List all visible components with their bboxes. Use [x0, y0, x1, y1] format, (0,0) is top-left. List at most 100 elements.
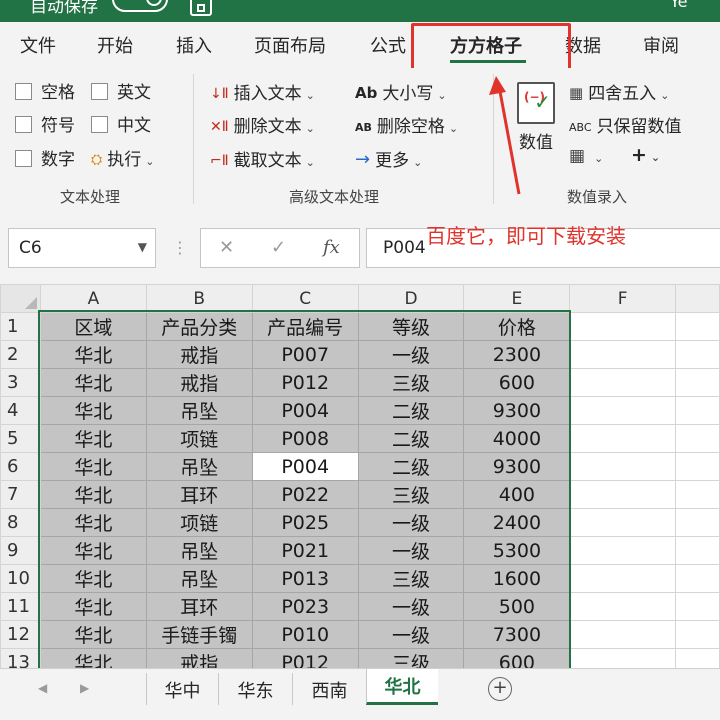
- checkbox-space[interactable]: 空格: [15, 78, 75, 103]
- cell[interactable]: [569, 312, 677, 341]
- cell[interactable]: 一级: [357, 340, 465, 369]
- cell[interactable]: 7300: [463, 620, 571, 649]
- checkbox-box[interactable]: [91, 83, 108, 100]
- cell[interactable]: [569, 424, 677, 453]
- save-icon[interactable]: [190, 0, 212, 16]
- cell[interactable]: [675, 340, 720, 369]
- cell[interactable]: 三级: [357, 368, 465, 397]
- cell[interactable]: [569, 564, 677, 593]
- column-header[interactable]: B: [145, 284, 253, 313]
- cell[interactable]: [675, 564, 720, 593]
- checkbox-chinese[interactable]: 中文: [91, 111, 151, 136]
- plus-button[interactable]: + ⌄: [631, 144, 660, 166]
- cell[interactable]: [675, 368, 720, 397]
- cell[interactable]: [675, 620, 720, 649]
- cell[interactable]: 华北: [39, 424, 147, 453]
- cell[interactable]: [675, 592, 720, 621]
- select-all-corner[interactable]: [0, 284, 41, 313]
- cell[interactable]: [569, 536, 677, 565]
- cell[interactable]: 三级: [357, 480, 465, 509]
- cell[interactable]: [569, 648, 677, 668]
- cell[interactable]: 吊坠: [145, 396, 253, 425]
- insert-text-button[interactable]: ↓Ⅱ 插入文本 ⌄: [210, 79, 315, 104]
- cell[interactable]: 2300: [463, 340, 571, 369]
- cell[interactable]: [675, 536, 720, 565]
- name-box[interactable]: C6 ▼: [8, 228, 156, 268]
- more-button[interactable]: → 更多 ⌄: [355, 146, 422, 171]
- cell[interactable]: P025: [251, 508, 359, 537]
- extract-text-button[interactable]: ⌐Ⅱ 截取文本 ⌄: [210, 146, 315, 171]
- scroll-left-icon[interactable]: ◀: [38, 681, 47, 695]
- cell[interactable]: [569, 620, 677, 649]
- cell[interactable]: 1600: [463, 564, 571, 593]
- cell[interactable]: 一级: [357, 620, 465, 649]
- keep-values-button[interactable]: ABC 只保留数值: [569, 112, 682, 137]
- row-header[interactable]: 2: [0, 340, 41, 369]
- tab-formulas[interactable]: 公式: [370, 32, 406, 58]
- active-cell[interactable]: P004: [251, 452, 359, 481]
- cell[interactable]: 戒指: [145, 648, 253, 668]
- cell[interactable]: 三级: [357, 564, 465, 593]
- cell[interactable]: 产品编号: [251, 312, 359, 341]
- cell[interactable]: 吊坠: [145, 564, 253, 593]
- tab-insert[interactable]: 插入: [176, 32, 212, 58]
- column-header[interactable]: [675, 284, 720, 313]
- cell[interactable]: [569, 480, 677, 509]
- checkbox-english[interactable]: 英文: [91, 78, 151, 103]
- cell[interactable]: 华北: [39, 508, 147, 537]
- cell[interactable]: 500: [463, 592, 571, 621]
- cell[interactable]: 华北: [39, 592, 147, 621]
- cell[interactable]: 一级: [357, 536, 465, 565]
- checkbox-box[interactable]: [15, 116, 32, 133]
- cell[interactable]: 产品分类: [145, 312, 253, 341]
- cell[interactable]: 华北: [39, 536, 147, 565]
- cell[interactable]: 华北: [39, 340, 147, 369]
- cell[interactable]: P008: [251, 424, 359, 453]
- row-header[interactable]: 8: [0, 508, 41, 537]
- sheet-tab-huadong[interactable]: 华东: [218, 673, 292, 705]
- execute-button[interactable]: ⛭ 执行 ⌄: [91, 145, 154, 170]
- tab-file[interactable]: 文件: [20, 32, 56, 58]
- row-header[interactable]: 6: [0, 452, 41, 481]
- cell[interactable]: P010: [251, 620, 359, 649]
- row-header[interactable]: 5: [0, 424, 41, 453]
- cell[interactable]: [675, 648, 720, 668]
- cell[interactable]: 耳环: [145, 592, 253, 621]
- autosave-toggle[interactable]: [112, 0, 168, 12]
- cell[interactable]: 华北: [39, 648, 147, 668]
- add-sheet-icon[interactable]: +: [488, 677, 512, 701]
- cell[interactable]: 戒指: [145, 368, 253, 397]
- tab-review[interactable]: 审阅: [643, 32, 679, 58]
- column-header[interactable]: D: [357, 284, 465, 313]
- cell[interactable]: P013: [251, 564, 359, 593]
- cell[interactable]: P022: [251, 480, 359, 509]
- cell[interactable]: 5300: [463, 536, 571, 565]
- cell[interactable]: [569, 452, 677, 481]
- sheet-tab-xinan[interactable]: 西南: [292, 673, 366, 705]
- cell[interactable]: 华北: [39, 564, 147, 593]
- round-button[interactable]: ▦ 四舍五入 ⌄: [569, 79, 669, 104]
- cell[interactable]: 一级: [357, 592, 465, 621]
- cell[interactable]: 耳环: [145, 480, 253, 509]
- cell[interactable]: 吊坠: [145, 536, 253, 565]
- cell[interactable]: 项链: [145, 424, 253, 453]
- cell[interactable]: 二级: [357, 396, 465, 425]
- cell[interactable]: 吊坠: [145, 452, 253, 481]
- spreadsheet-grid[interactable]: A B C D E F 1 区域 产品分类 产品编号 等级 价格 2 华北 戒指 P007 一级 23…: [0, 284, 720, 668]
- sheet-tab-huabei[interactable]: 华北: [366, 669, 438, 705]
- cell[interactable]: 9300: [463, 452, 571, 481]
- row-header[interactable]: 9: [0, 536, 41, 565]
- cancel-icon[interactable]: ✕: [219, 237, 234, 258]
- cell[interactable]: 华北: [39, 480, 147, 509]
- cell[interactable]: 戒指: [145, 340, 253, 369]
- cell[interactable]: [675, 424, 720, 453]
- chevron-down-icon[interactable]: ▼: [138, 240, 147, 254]
- row-header[interactable]: 12: [0, 620, 41, 649]
- cell[interactable]: 二级: [357, 424, 465, 453]
- checkbox-symbol[interactable]: 符号: [15, 111, 75, 136]
- cell[interactable]: [569, 592, 677, 621]
- row-header[interactable]: 13: [0, 648, 41, 668]
- cell[interactable]: [675, 312, 720, 341]
- fx-icon[interactable]: fx: [323, 237, 340, 258]
- value-button[interactable]: (−) ✓ 数值: [510, 82, 562, 153]
